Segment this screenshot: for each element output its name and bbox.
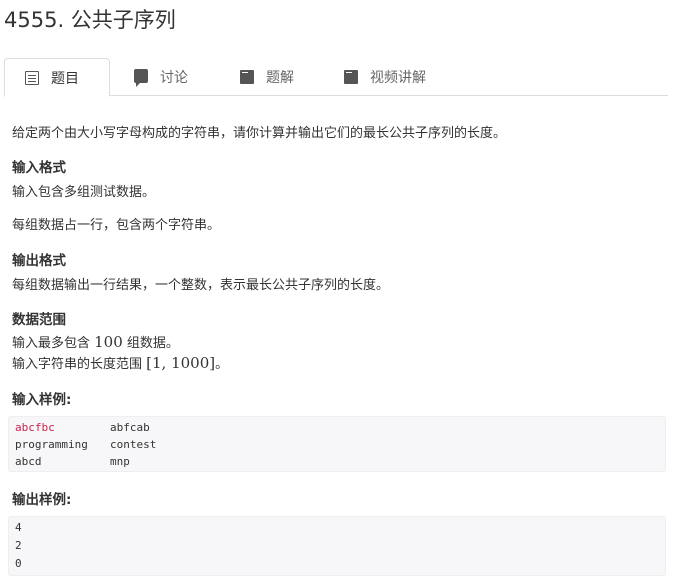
code-cell: abcd xyxy=(15,455,42,468)
sample-input-heading: 输入样例: xyxy=(12,392,72,408)
input-format-heading: 输入格式 xyxy=(12,160,66,176)
tab-label: 题解 xyxy=(266,70,294,86)
sample-output-block: 4 2 0 xyxy=(8,516,666,576)
tab-label: 题目 xyxy=(51,70,79,87)
page-title: 4555. 公共子序列 xyxy=(4,8,176,32)
code-cell: programming xyxy=(15,438,88,451)
sample-input-block: abcfbc abfcab programming contest abcd mnp xyxy=(8,416,666,472)
input-format-text: 每组数据占一行，包含两个字符串。 xyxy=(12,218,221,233)
data-range-text-part: 组数据。 xyxy=(122,336,179,351)
tab-label: 视频讲解 xyxy=(370,70,426,86)
problem-description: 给定两个由大小写字母构成的字符串，请你计算并输出它们的最长公共子序列的长度。 xyxy=(12,126,507,141)
code-row: programming contest xyxy=(15,437,156,453)
tab-bar: 题目 讨论 题解 视频讲解 xyxy=(4,58,668,97)
tab-problem[interactable]: 题目 xyxy=(4,58,110,97)
math-range: [1, 1000] xyxy=(146,354,216,372)
sample-output-heading: 输出样例: xyxy=(12,492,72,508)
comment-icon xyxy=(134,69,148,87)
data-range-text-part: 。 xyxy=(215,357,229,372)
data-range-text-part: 输入字符串的长度范围 xyxy=(12,357,147,372)
code-cell: abcfbc xyxy=(15,421,55,434)
data-range-heading: 数据范围 xyxy=(12,312,66,328)
code-cell: contest xyxy=(110,438,157,451)
data-range-text-part: 输入最多包含 xyxy=(12,336,95,351)
book-icon xyxy=(240,70,254,84)
output-format-heading: 输出格式 xyxy=(12,253,66,269)
code-row: 2 xyxy=(15,539,22,552)
tab-label: 讨论 xyxy=(160,70,188,86)
tab-discussion[interactable]: 讨论 xyxy=(114,58,188,96)
book-icon xyxy=(344,70,358,84)
code-cell: mnp xyxy=(110,455,130,468)
tab-video[interactable]: 视频讲解 xyxy=(324,58,426,96)
input-format-text: 输入包含多组测试数据。 xyxy=(12,185,156,200)
code-row: 0 xyxy=(15,557,22,570)
data-range-text: 输入字符串的长度范围 [1, 1000]。 xyxy=(12,353,228,372)
code-cell: abfcab xyxy=(110,421,150,434)
document-icon xyxy=(25,70,39,85)
code-row: 4 xyxy=(15,521,22,534)
data-range-text: 输入最多包含 100 组数据。 xyxy=(12,332,179,351)
output-format-text: 每组数据输出一行结果，一个整数，表示最长公共子序列的长度。 xyxy=(12,278,390,293)
tab-solutions[interactable]: 题解 xyxy=(220,58,294,96)
code-row: abcd mnp xyxy=(15,454,130,470)
math-number: 100 xyxy=(94,333,123,351)
code-row: abcfbc abfcab xyxy=(15,420,150,436)
